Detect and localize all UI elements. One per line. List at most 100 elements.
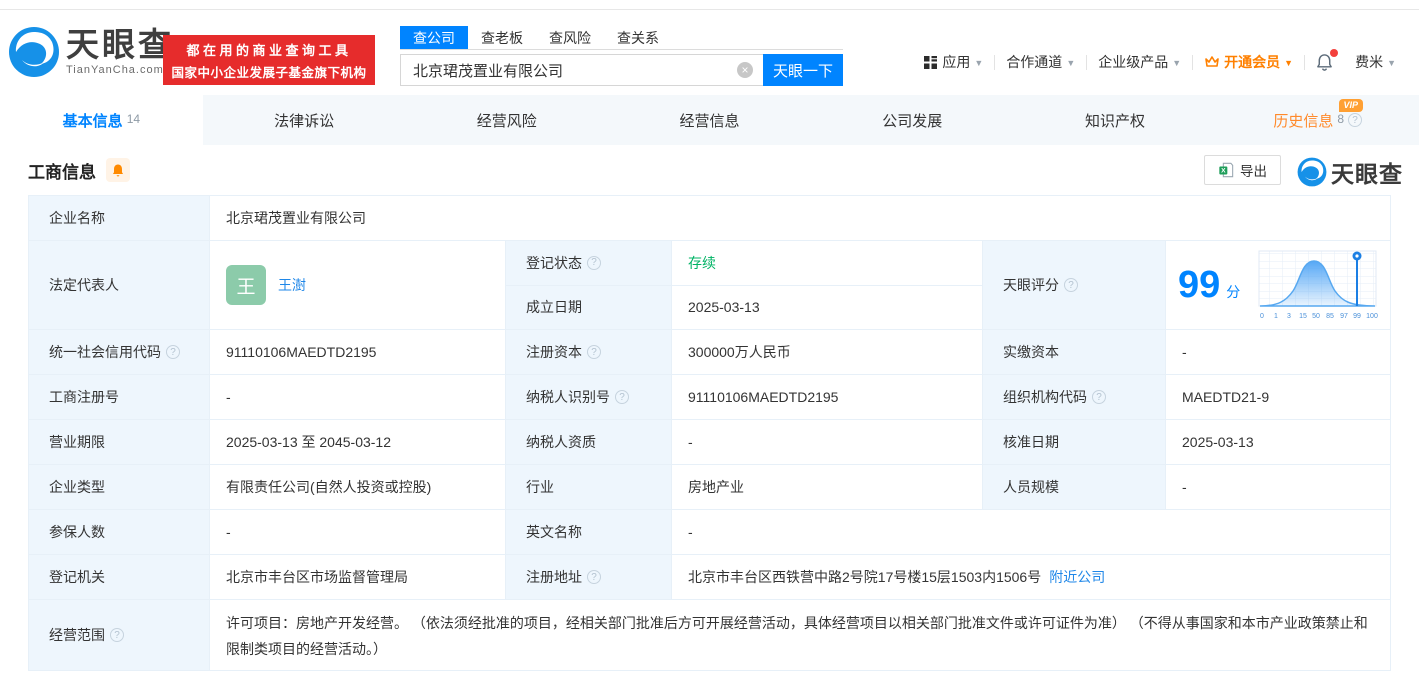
help-icon[interactable]: ? xyxy=(587,255,601,270)
nav-vip-label: 开通会员 xyxy=(1224,54,1281,70)
bell-icon xyxy=(112,164,124,176)
label-text: 登记状态 xyxy=(526,254,582,271)
nav-user[interactable]: 费米 ▼ xyxy=(1344,52,1407,72)
field-value-reg-authority: 北京市丰台区市场监督管理局 xyxy=(210,555,505,599)
field-label-staff-size: 人员规模 xyxy=(983,465,1165,509)
value-text: 91110106MAEDTD2195 xyxy=(688,389,839,405)
label-text: 企业类型 xyxy=(49,479,105,495)
status-date-subgrid: 登记状态 ? 存续 成立日期 2025-03-13 xyxy=(506,241,982,329)
nav-partner[interactable]: 合作通道 ▼ xyxy=(995,52,1086,72)
field-label-english-name: 英文名称 xyxy=(506,510,671,554)
search-tab-boss[interactable]: 查老板 xyxy=(468,26,536,49)
label-text: 纳税人识别号 xyxy=(526,389,610,405)
field-value-insured-count: - xyxy=(210,510,505,554)
legal-rep-avatar[interactable]: 王 xyxy=(226,265,266,305)
svg-text:100: 100 xyxy=(1366,313,1378,320)
field-label-reg-status: 登记状态 ? xyxy=(506,241,671,285)
tab-intellectual-property[interactable]: 知识产权 xyxy=(1014,95,1217,145)
top-divider xyxy=(0,0,1419,10)
field-label-business-term: 营业期限 xyxy=(29,420,209,464)
search-tab-company[interactable]: 查公司 xyxy=(400,26,468,49)
field-label-taxpayer-id: 纳税人识别号 ? xyxy=(506,375,671,419)
label-text: 参保人数 xyxy=(49,524,105,540)
chevron-down-icon: ▼ xyxy=(974,58,984,68)
nav-apps[interactable]: 应用 ▼ xyxy=(912,52,994,72)
label-text: 成立日期 xyxy=(526,299,582,316)
header-nav: 应用 ▼ 合作通道 ▼ 企业级产品 ▼ 开通会员 ▼ 费米 ▼ xyxy=(912,48,1407,72)
chevron-down-icon: ▼ xyxy=(1284,58,1294,68)
value-text: - xyxy=(1182,344,1187,360)
help-icon[interactable]: ? xyxy=(166,345,180,359)
value-text: - xyxy=(688,434,693,450)
search-input[interactable] xyxy=(400,54,763,86)
field-value-paid-capital: - xyxy=(1166,330,1390,374)
tab-label: 历史信息 xyxy=(1273,112,1334,130)
svg-text:50: 50 xyxy=(1312,313,1320,320)
chevron-down-icon: ▼ xyxy=(1387,58,1396,68)
field-label-company-name: 企业名称 xyxy=(29,196,209,240)
field-value-credit-code: 91110106MAEDTD2195 xyxy=(210,330,505,374)
chevron-down-icon: ▼ xyxy=(1066,58,1076,68)
field-value-industry: 房地产业 xyxy=(672,465,982,509)
field-label-credit-code: 统一社会信用代码 ? xyxy=(29,330,209,374)
label-text: 组织机构代码 xyxy=(1003,389,1087,405)
field-value-taxpayer-id: 91110106MAEDTD2195 xyxy=(672,375,982,419)
field-value-approval-date: 2025-03-13 xyxy=(1166,420,1390,464)
label-text: 工商注册号 xyxy=(49,389,119,405)
value-text: 2025-03-13 xyxy=(688,299,760,316)
label-text: 营业期限 xyxy=(49,434,105,450)
label-text: 登记机关 xyxy=(49,569,105,585)
help-icon[interactable]: ? xyxy=(615,390,629,404)
tab-business-info[interactable]: 经营信息 xyxy=(608,95,811,145)
help-icon[interactable]: ? xyxy=(587,570,601,584)
monitor-bell-button[interactable] xyxy=(106,158,130,182)
help-icon[interactable]: ? xyxy=(587,345,601,359)
svg-text:85: 85 xyxy=(1326,313,1334,320)
help-icon[interactable]: ? xyxy=(1064,278,1078,292)
notifications-bell[interactable] xyxy=(1305,48,1344,72)
svg-text:1: 1 xyxy=(1274,313,1278,320)
field-value-business-scope: 许可项目：房地产开发经营。 （依法须经批准的项目，经相关部门批准后方可开展经营活… xyxy=(210,600,1390,670)
export-button[interactable]: X 导出 xyxy=(1204,155,1281,185)
search-tab-relation[interactable]: 查关系 xyxy=(604,26,672,49)
field-value-company-type: 有限责任公司(自然人投资或控股) xyxy=(210,465,505,509)
value-text: 2025-03-13 xyxy=(1182,434,1254,450)
label-text: 英文名称 xyxy=(526,524,582,540)
tab-count: 14 xyxy=(126,112,141,126)
field-label-company-type: 企业类型 xyxy=(29,465,209,509)
clear-search-icon[interactable]: × xyxy=(737,62,753,78)
field-label-org-code: 组织机构代码 ? xyxy=(983,375,1165,419)
field-label-reg-authority: 登记机关 xyxy=(29,555,209,599)
field-value-english-name: - xyxy=(672,510,1390,554)
field-label-reg-address: 注册地址 ? xyxy=(506,555,671,599)
label-text: 实缴资本 xyxy=(1003,344,1059,360)
label-text: 注册地址 xyxy=(526,569,582,585)
tab-legal-lawsuits[interactable]: 法律诉讼 xyxy=(203,95,406,145)
search-tab-risk[interactable]: 查风险 xyxy=(536,26,604,49)
logo-domain: TianYanCha.com xyxy=(66,64,164,76)
tianyancha-logo[interactable]: 天眼查 TianYanCha.com xyxy=(8,26,174,78)
field-label-industry: 行业 xyxy=(506,465,671,509)
section-header: 工商信息 X 导出 天眼查 xyxy=(0,145,1419,195)
section-title: 工商信息 xyxy=(28,162,96,182)
site-header: 天眼查 TianYanCha.com 都在用的商业查询工具 国家中小企业发展子基… xyxy=(0,10,1419,95)
nearby-companies-link[interactable]: 附近公司 xyxy=(1049,567,1105,587)
tab-label: 基本信息 xyxy=(62,112,123,130)
nav-vip[interactable]: 开通会员 ▼ xyxy=(1193,52,1304,72)
help-icon[interactable]: ? xyxy=(1348,113,1363,127)
search-button[interactable]: 天眼一下 xyxy=(763,54,843,86)
help-icon[interactable]: ? xyxy=(110,628,124,642)
label-text: 统一社会信用代码 xyxy=(49,344,161,360)
tab-label: 经营风险 xyxy=(476,112,537,130)
tab-business-risk[interactable]: 经营风险 xyxy=(405,95,608,145)
field-label-taxpayer-quality: 纳税人资质 xyxy=(506,420,671,464)
tab-history-info[interactable]: VIP 历史信息 8 ? xyxy=(1216,95,1419,145)
field-value-company-name: 北京珺茂置业有限公司 xyxy=(210,196,1390,240)
tab-company-development[interactable]: 公司发展 xyxy=(811,95,1014,145)
nav-enterprise[interactable]: 企业级产品 ▼ xyxy=(1087,52,1192,72)
label-text: 天眼评分 xyxy=(1003,277,1059,293)
tab-basic-info[interactable]: 基本信息 14 xyxy=(0,95,203,145)
logo-swirl-icon xyxy=(1297,157,1327,187)
legal-rep-link[interactable]: 王澍 xyxy=(278,275,306,295)
help-icon[interactable]: ? xyxy=(1092,390,1106,404)
